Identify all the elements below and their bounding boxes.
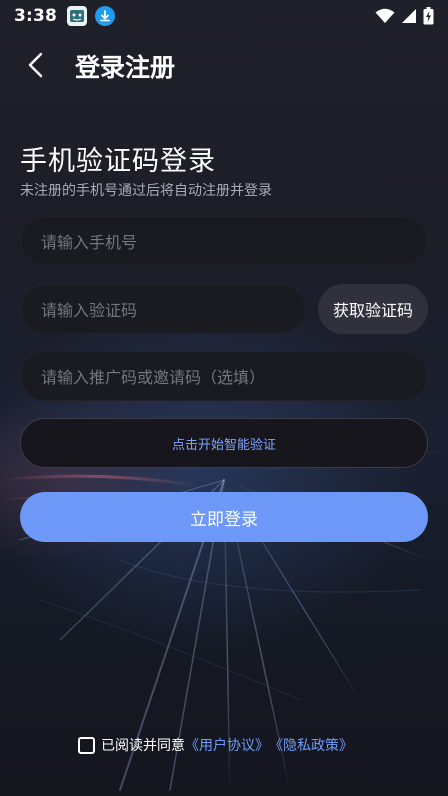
title-bar: 登录注册: [0, 32, 448, 98]
smart-verify-button[interactable]: 点击开始智能验证: [20, 418, 428, 468]
login-button[interactable]: 立即登录: [20, 492, 428, 542]
back-arrow-icon[interactable]: [22, 50, 50, 80]
status-bar: 3:38: [0, 0, 448, 32]
download-icon: [95, 6, 116, 26]
get-code-label: 获取验证码: [332, 301, 413, 320]
wifi-icon: [375, 8, 395, 23]
verification-code-placeholder: 请输入验证码: [41, 301, 138, 320]
cell-signal-icon: [402, 9, 416, 23]
form-heading: 手机验证码登录: [20, 146, 216, 177]
login-button-label: 立即登录: [190, 509, 258, 530]
app-notification-icon: [67, 6, 88, 26]
phone-input[interactable]: 请输入手机号: [20, 216, 428, 266]
smart-verify-label: 点击开始智能验证: [171, 437, 276, 453]
page-title: 登录注册: [75, 53, 176, 82]
agreement-text: 已阅读并同意: [101, 738, 185, 754]
agreement-checkbox[interactable]: [78, 736, 95, 754]
agreement-row: 已阅读并同意 《用户协议》 《隐私政策》: [78, 735, 353, 755]
battery-charging-icon: [423, 7, 434, 25]
user-agreement-link[interactable]: 《用户协议》: [185, 735, 269, 755]
verification-code-input[interactable]: 请输入验证码: [20, 284, 306, 334]
form-subheading: 未注册的手机号通过后将自动注册并登录: [20, 183, 272, 199]
invite-code-input[interactable]: 请输入推广码或邀请码（选填）: [20, 351, 428, 401]
status-time: 3:38: [14, 6, 58, 26]
privacy-policy-link[interactable]: 《隐私政策》: [269, 735, 353, 755]
get-code-button[interactable]: 获取验证码: [318, 284, 428, 334]
phone-input-placeholder: 请输入手机号: [41, 233, 138, 252]
invite-code-placeholder: 请输入推广码或邀请码（选填）: [41, 368, 266, 387]
